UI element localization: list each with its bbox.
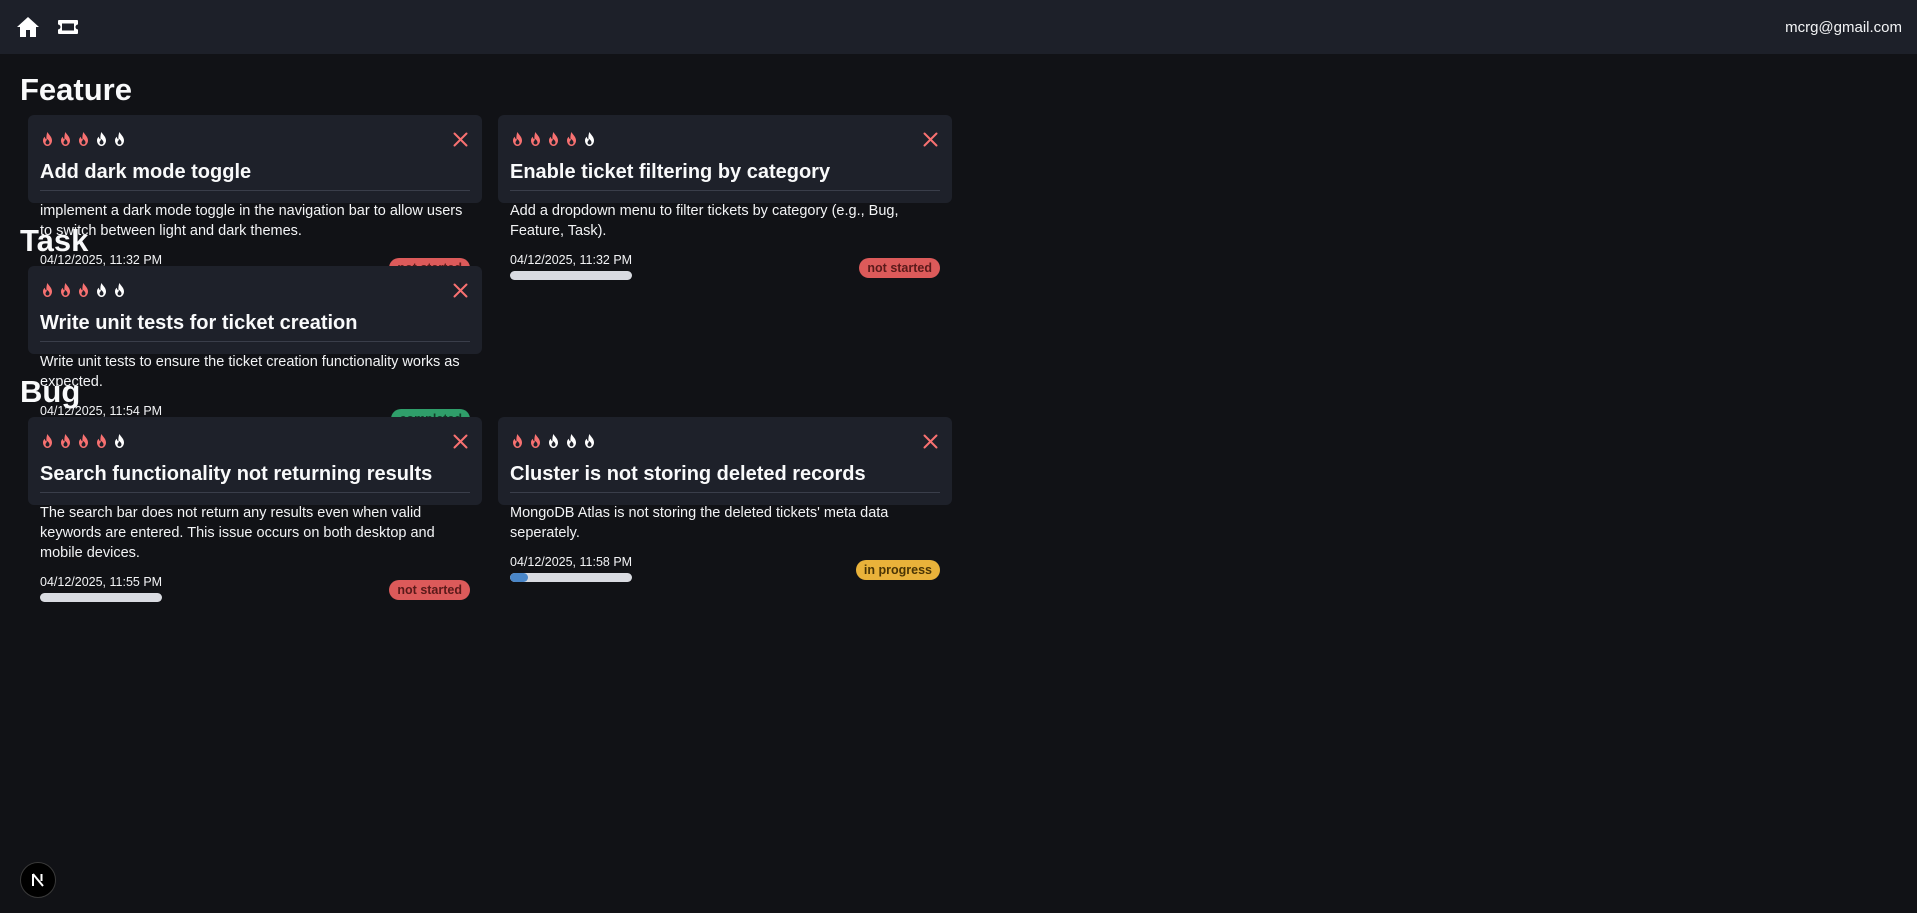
card-header (510, 431, 940, 451)
priority-flame-icon (528, 131, 543, 147)
ticket-meta: 04/12/2025, 11:55 PM (40, 575, 162, 602)
status-badge: not started (859, 257, 940, 278)
nextjs-logo-icon[interactable] (20, 862, 56, 898)
priority-display (510, 433, 597, 449)
close-icon (923, 132, 937, 146)
ticket-card[interactable]: Write unit tests for ticket creation Wri… (28, 266, 482, 431)
progress-bar (510, 271, 632, 280)
delete-ticket-button[interactable] (920, 129, 940, 149)
ticket-timestamp: 04/12/2025, 11:55 PM (40, 575, 163, 589)
priority-display (40, 282, 127, 298)
priority-flame-icon (112, 433, 127, 449)
card-footer: 04/12/2025, 11:32 PM not started (510, 241, 940, 280)
ticket-list: Search functionality not returning resul… (20, 417, 1917, 602)
nav-links (15, 14, 81, 40)
close-icon (453, 132, 467, 146)
progress-bar (40, 593, 162, 602)
delete-ticket-button[interactable] (450, 431, 470, 451)
delete-ticket-button[interactable] (450, 129, 470, 149)
priority-flame-icon (76, 282, 91, 298)
ticket-meta: 04/12/2025, 11:32 PM (510, 253, 632, 280)
progress-bar (510, 573, 632, 582)
card-header (40, 129, 470, 149)
priority-flame-icon (510, 131, 525, 147)
close-icon (453, 283, 467, 297)
priority-flame-icon (94, 282, 109, 298)
priority-flame-icon (546, 131, 561, 147)
priority-flame-icon (582, 131, 597, 147)
ticket-meta: 04/12/2025, 11:58 PM (510, 555, 632, 582)
ticket-timestamp: 04/12/2025, 11:58 PM (510, 555, 633, 569)
progress-fill (510, 573, 529, 582)
ticket-list: Add dark mode toggle implement a dark mo… (20, 115, 1917, 280)
priority-flame-icon (58, 433, 73, 449)
priority-flame-icon (112, 282, 127, 298)
card-footer: 04/12/2025, 11:55 PM not started (40, 563, 470, 602)
section-feature: Feature Add dark mode toggle implement a… (20, 72, 1917, 280)
ticket-card[interactable]: Cluster is not storing deleted records M… (498, 417, 952, 582)
card-header (40, 280, 470, 300)
priority-flame-icon (564, 131, 579, 147)
ticket-title: Write unit tests for ticket creation (40, 312, 470, 342)
status-badge: in progress (855, 559, 940, 580)
priority-flame-icon (40, 282, 55, 298)
priority-display (510, 131, 597, 147)
close-icon (923, 434, 937, 448)
ticket-description: Write unit tests to ensure the ticket cr… (40, 354, 460, 390)
priority-flame-icon (94, 433, 109, 449)
ticket-board: Feature Add dark mode toggle implement a… (0, 54, 1917, 602)
status-badge: not started (389, 579, 470, 600)
priority-flame-icon (76, 433, 91, 449)
home-icon[interactable] (15, 14, 41, 40)
card-header (510, 129, 940, 149)
priority-flame-icon (40, 131, 55, 147)
ticket-title: Enable ticket filtering by category (510, 161, 940, 191)
priority-flame-icon (528, 433, 543, 449)
ticket-timestamp: 04/12/2025, 11:32 PM (510, 253, 633, 267)
priority-flame-icon (510, 433, 525, 449)
priority-flame-icon (546, 433, 561, 449)
priority-flame-icon (58, 282, 73, 298)
priority-flame-icon (112, 131, 127, 147)
card-footer: 04/12/2025, 11:58 PM in progress (510, 543, 940, 582)
close-icon (453, 434, 467, 448)
ticket-description: The search bar does not return any resul… (40, 505, 435, 561)
delete-ticket-button[interactable] (920, 431, 940, 451)
section-title: Feature (20, 72, 132, 107)
ticket-title: Search functionality not returning resul… (40, 463, 470, 493)
navbar: mcrg@gmail.com (0, 0, 1917, 54)
priority-display (40, 131, 127, 147)
ticket-title: Add dark mode toggle (40, 161, 470, 191)
delete-ticket-button[interactable] (450, 280, 470, 300)
ticket-description: Add a dropdown menu to filter tickets by… (510, 203, 899, 239)
ticket-timestamp: 04/12/2025, 11:32 PM (40, 253, 163, 267)
ticket-description: MongoDB Atlas is not storing the deleted… (510, 505, 889, 541)
ticket-timestamp: 04/12/2025, 11:54 PM (40, 404, 163, 418)
ticket-title: Cluster is not storing deleted records (510, 463, 940, 493)
priority-flame-icon (94, 131, 109, 147)
ticket-icon[interactable] (55, 14, 81, 40)
ticket-card[interactable]: Add dark mode toggle implement a dark mo… (28, 115, 482, 280)
ticket-card[interactable]: Search functionality not returning resul… (28, 417, 482, 602)
user-email[interactable]: mcrg@gmail.com (1785, 19, 1902, 36)
ticket-card[interactable]: Enable ticket filtering by category Add … (498, 115, 952, 280)
ticket-description: implement a dark mode toggle in the navi… (40, 203, 463, 239)
priority-display (40, 433, 127, 449)
priority-flame-icon (564, 433, 579, 449)
card-header (40, 431, 470, 451)
priority-flame-icon (58, 131, 73, 147)
priority-flame-icon (582, 433, 597, 449)
priority-flame-icon (40, 433, 55, 449)
priority-flame-icon (76, 131, 91, 147)
ticket-list: Write unit tests for ticket creation Wri… (20, 266, 1917, 431)
